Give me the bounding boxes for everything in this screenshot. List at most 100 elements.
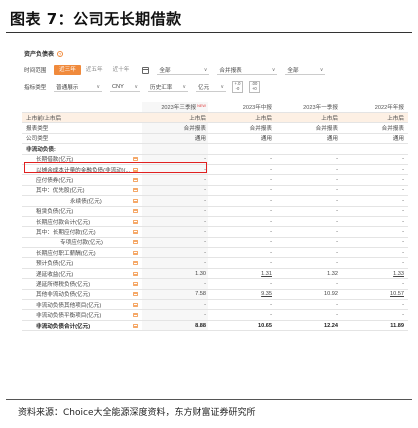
table-row: 非流动负债其他项目(亿元) - - - - <box>22 300 408 311</box>
table-cell: - <box>270 239 272 246</box>
chart-icon[interactable] <box>133 281 139 286</box>
column-header[interactable]: 2022年年报 <box>338 103 404 111</box>
table-cell: - <box>402 218 404 225</box>
chart-icon[interactable] <box>133 302 139 307</box>
column-header-label: 2023年三季报 <box>161 105 197 111</box>
rate-select-value: 历史汇率 <box>150 84 173 91</box>
chart-icon[interactable] <box>133 188 139 193</box>
table-cell: 合并报表 <box>381 126 404 133</box>
column-header-label: 2023年一季报 <box>303 105 338 111</box>
table-row: 其中：优先股(亿元) - - - - <box>22 186 408 197</box>
decimal-decrease-button[interactable]: .00 +0 <box>248 81 260 93</box>
long-term-loan-highlight-box <box>24 162 207 173</box>
row-label: 公司类型 <box>26 136 49 143</box>
chart-icon[interactable] <box>133 219 139 224</box>
row-label: 其他非流动负债(亿元) <box>36 292 91 299</box>
table-cell[interactable]: 1.33 <box>338 271 404 277</box>
table-cell: - <box>270 177 272 184</box>
table-cell: 通用 <box>194 136 206 143</box>
table-cell: - <box>204 197 206 204</box>
precision2-bottom: +0 <box>251 86 257 91</box>
table-row: 预计负债(亿元) - - - - <box>22 258 408 269</box>
chart-icon[interactable] <box>133 157 139 162</box>
table-cell: - <box>402 280 404 287</box>
table-row: 上市前/上市后 上市后 上市后 上市后 上市后 <box>22 113 408 124</box>
table-cell: - <box>270 249 272 256</box>
chart-icon[interactable] <box>133 261 139 266</box>
title-rule <box>6 32 412 33</box>
table-cell: - <box>336 260 338 267</box>
chart-icon[interactable] <box>133 229 139 234</box>
indicator-dropdown[interactable]: 普通展示 ∨ <box>54 82 102 92</box>
row-label: 非流动负债平衡项目(亿元) <box>36 313 102 320</box>
table-cell: - <box>270 280 272 287</box>
table-cell: - <box>402 312 404 319</box>
help-icon[interactable]: ? <box>57 50 64 57</box>
table-cell: - <box>402 187 404 194</box>
table-cell: 通用 <box>326 136 338 143</box>
currency-dropdown[interactable]: CNY ∨ <box>110 82 140 92</box>
chart-icon[interactable] <box>133 250 139 255</box>
row-label: 应付债券(亿元) <box>36 178 74 185</box>
table-row: 其他非流动负债(亿元) 7.58 9.35 10.92 10.57 <box>22 290 408 301</box>
chevron-down-icon: ∨ <box>134 83 138 90</box>
table-cell: 1.30 <box>195 270 206 277</box>
chevron-down-icon: ∨ <box>319 66 324 73</box>
time-tab[interactable]: 近十年 <box>108 65 135 75</box>
table-row: 长期应付职工薪酬(亿元) - - - - <box>22 248 408 259</box>
row-label: 上市前/上市后 <box>26 115 62 122</box>
chart-icon[interactable] <box>133 209 139 214</box>
decimal-increase-button[interactable]: +.0 -0 <box>232 81 243 93</box>
chart-icon[interactable] <box>133 271 139 276</box>
period-dropdown[interactable]: 全部 ∨ <box>157 65 210 75</box>
row-label: 递延收益(亿元) <box>36 271 74 278</box>
table-cell: - <box>204 280 206 287</box>
unit-dropdown[interactable]: 亿元 ∨ <box>196 82 226 92</box>
column-header-label: 2023年中报 <box>242 105 272 111</box>
table-cell[interactable]: 10.57 <box>338 291 404 297</box>
quarter-dropdown[interactable]: 全部 ∨ <box>285 65 326 75</box>
table-cell: - <box>402 208 404 215</box>
chart-icon[interactable] <box>133 240 139 245</box>
table-cell: - <box>204 228 206 235</box>
screenshot-panel: 资产负债表? 时间范围 近三年 近五年 近十年 全部 ∨ 合并报表 ∨ 全部 ∨ 指标类型… <box>22 44 408 396</box>
column-header[interactable]: 2023年中报 <box>206 103 272 111</box>
table-cell: - <box>270 187 272 194</box>
table-cell: - <box>270 218 272 225</box>
table-cell[interactable]: 1.31 <box>206 271 272 277</box>
table-cell: 合并报表 <box>315 126 338 133</box>
table-row: 租赁负债(亿元) - - - - <box>22 207 408 217</box>
row-label: 非流动负债其他项目(亿元) <box>36 302 102 309</box>
chart-icon[interactable] <box>133 292 139 297</box>
table-cell: - <box>204 312 206 319</box>
rate-dropdown[interactable]: 历史汇率 ∨ <box>148 82 188 92</box>
table-row: 其中：长期应付款(亿元) - - - - <box>22 227 408 238</box>
table-cell: - <box>336 187 338 194</box>
table-cell: 12.24 <box>324 322 338 329</box>
column-header[interactable]: 2023年一季报 <box>272 103 338 111</box>
table-cell: 合并报表 <box>249 126 272 133</box>
report-type-dropdown[interactable]: 合并报表 ∨ <box>217 65 278 75</box>
table-cell: - <box>204 260 206 267</box>
calendar-icon[interactable] <box>142 66 150 74</box>
chart-icon[interactable] <box>133 323 139 328</box>
table-cell: - <box>204 187 206 194</box>
table-cell: - <box>204 177 206 184</box>
table-cell: - <box>204 239 206 246</box>
table-cell: - <box>402 301 404 308</box>
table-cell: - <box>402 260 404 267</box>
table-cell: - <box>204 301 206 308</box>
column-header[interactable]: 2023年三季报NEW <box>146 103 206 111</box>
row-label: 报表类型 <box>26 126 49 133</box>
time-tab[interactable]: 近五年 <box>81 65 108 75</box>
time-tab[interactable]: 近三年 <box>54 65 81 75</box>
table-row: 递延收益(亿元) 1.30 1.31 1.32 1.33 <box>22 269 408 280</box>
table-cell: 通用 <box>260 136 272 143</box>
chart-icon[interactable] <box>133 178 139 183</box>
table-cell: - <box>270 228 272 235</box>
table-cell[interactable]: 9.35 <box>206 291 272 297</box>
table-row: 长期应付款合计(亿元) - - - - <box>22 217 408 228</box>
chart-icon[interactable] <box>133 198 139 203</box>
chart-icon[interactable] <box>133 313 139 318</box>
table-cell: - <box>336 301 338 308</box>
